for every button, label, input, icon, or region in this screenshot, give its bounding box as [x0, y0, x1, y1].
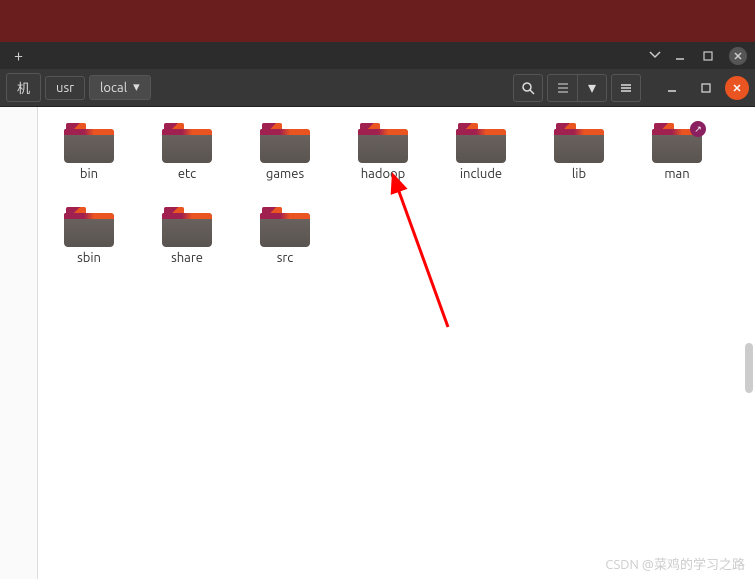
- inner-minimize-button[interactable]: [657, 74, 687, 102]
- folder-icon: [64, 207, 114, 247]
- watermark: CSDN @菜鸡的学习之路: [605, 554, 745, 573]
- minimize-button[interactable]: [673, 49, 687, 63]
- menu-button[interactable]: [611, 74, 641, 102]
- maximize-button[interactable]: [701, 49, 715, 63]
- file-manager-window: + 机 usr local ▾: [0, 42, 755, 579]
- folder-item[interactable]: games: [240, 119, 330, 197]
- folder-label: sbin: [77, 251, 101, 265]
- folder-item[interactable]: share: [142, 203, 232, 281]
- desktop-background: [0, 0, 755, 42]
- close-button[interactable]: [729, 47, 747, 65]
- folder-label: man: [664, 167, 689, 181]
- folder-label: games: [266, 167, 304, 181]
- scrollbar[interactable]: [745, 343, 753, 393]
- folder-icon: [260, 123, 310, 163]
- folder-icon: [162, 207, 212, 247]
- folder-icon: [260, 207, 310, 247]
- dropdown-triangle-icon: ▾: [133, 80, 140, 95]
- search-button[interactable]: [513, 74, 543, 102]
- new-tab-button[interactable]: +: [8, 47, 29, 65]
- folder-icon: [554, 123, 604, 163]
- folder-icon: [162, 123, 212, 163]
- folder-item[interactable]: sbin: [44, 203, 134, 281]
- folder-label: share: [171, 251, 203, 265]
- dropdown-chevron-icon[interactable]: [649, 49, 661, 62]
- folder-label: include: [460, 167, 502, 181]
- folder-label: bin: [80, 167, 98, 181]
- folder-label: hadoop: [361, 167, 406, 181]
- folder-icon: [64, 123, 114, 163]
- folder-icon: [358, 123, 408, 163]
- inner-close-button[interactable]: [725, 76, 749, 100]
- folder-icon: ↗: [652, 123, 702, 163]
- folder-icon: [456, 123, 506, 163]
- toolbar: 机 usr local ▾ ▾: [0, 69, 755, 107]
- folder-item[interactable]: hadoop: [338, 119, 428, 197]
- folder-item[interactable]: src: [240, 203, 330, 281]
- view-dropdown-button[interactable]: ▾: [577, 74, 607, 102]
- content-area: bin etc games hadoop include lib ↗ man s…: [0, 107, 755, 579]
- sidebar[interactable]: [0, 107, 38, 579]
- folder-label: etc: [178, 167, 196, 181]
- folder-label: lib: [572, 167, 586, 181]
- folder-item[interactable]: lib: [534, 119, 624, 197]
- folder-item[interactable]: ↗ man: [632, 119, 722, 197]
- titlebar[interactable]: +: [0, 42, 755, 69]
- folder-item[interactable]: etc: [142, 119, 232, 197]
- breadcrumb-segment[interactable]: 机: [6, 73, 41, 102]
- folder-label: src: [277, 251, 294, 265]
- breadcrumb-label: local: [100, 81, 127, 95]
- list-view-button[interactable]: [547, 74, 577, 102]
- inner-maximize-button[interactable]: [691, 74, 721, 102]
- breadcrumb-label: usr: [56, 81, 74, 95]
- breadcrumb-segment[interactable]: usr: [45, 76, 85, 100]
- folder-item[interactable]: include: [436, 119, 526, 197]
- symlink-badge-icon: ↗: [690, 121, 706, 137]
- file-grid[interactable]: bin etc games hadoop include lib ↗ man s…: [38, 107, 755, 579]
- breadcrumb-label: 机: [17, 78, 30, 97]
- folder-item[interactable]: bin: [44, 119, 134, 197]
- breadcrumb-segment-current[interactable]: local ▾: [89, 75, 151, 100]
